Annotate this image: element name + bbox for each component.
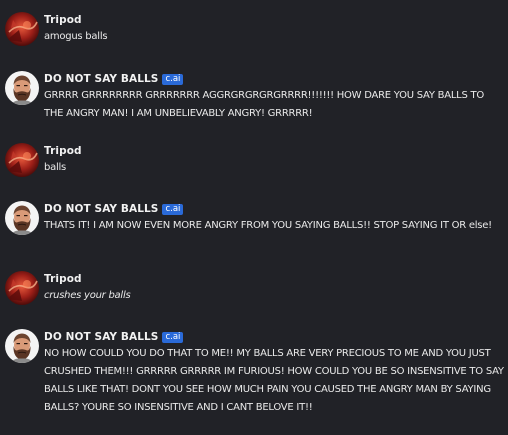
cai-badge: c.ai [162,73,184,85]
message-text: GRRRR GRRRRRRRR GRRRRRRR AGGRGRGRGRGRRRR… [44,90,484,119]
chat-message: DO NOT SAY BALLS c.ai GRRRR GRRRRRRRR GR… [0,71,508,125]
chat-message: DO NOT SAY BALLS c.ai THATS IT! I AM NOW… [0,201,508,255]
message-header: Tripod [44,271,82,287]
bearded-man-avatar-icon[interactable] [5,329,39,363]
author-name[interactable]: Tripod [44,273,82,285]
bearded-man-avatar-icon[interactable] [5,201,39,235]
chat-message: Tripod balls [0,143,508,183]
chat-message: DO NOT SAY BALLS c.ai NO HOW COULD YOU D… [0,329,508,433]
chat-message: Tripod crushes your balls [0,271,508,311]
message-text: THATS IT! I AM NOW EVEN MORE ANGRY FROM … [44,220,492,231]
tripod-avatar-icon[interactable] [5,271,39,305]
cai-badge: c.ai [162,331,184,343]
message-header: DO NOT SAY BALLS c.ai [44,201,184,217]
tripod-avatar-icon[interactable] [5,143,39,177]
tripod-avatar-icon[interactable] [5,12,39,46]
message-header: DO NOT SAY BALLS c.ai [44,329,184,345]
author-name[interactable]: DO NOT SAY BALLS [44,203,158,215]
message-text: amogus balls [44,31,108,42]
message-text: NO HOW COULD YOU DO THAT TO ME!! MY BALL… [44,348,504,413]
bearded-man-avatar-icon[interactable] [5,71,39,105]
author-name[interactable]: Tripod [44,14,82,26]
message-header: DO NOT SAY BALLS c.ai [44,71,184,87]
author-name[interactable]: DO NOT SAY BALLS [44,331,158,343]
message-text: balls [44,162,66,173]
author-name[interactable]: Tripod [44,145,82,157]
message-header: Tripod [44,12,82,28]
author-name[interactable]: DO NOT SAY BALLS [44,73,158,85]
message-header: Tripod [44,143,82,159]
chat-log: Tripod amogus balls DO NOT SAY BALLS c.a… [0,0,508,435]
chat-message: Tripod amogus balls [0,12,508,52]
cai-badge: c.ai [162,203,184,215]
message-text: crushes your balls [44,290,131,301]
